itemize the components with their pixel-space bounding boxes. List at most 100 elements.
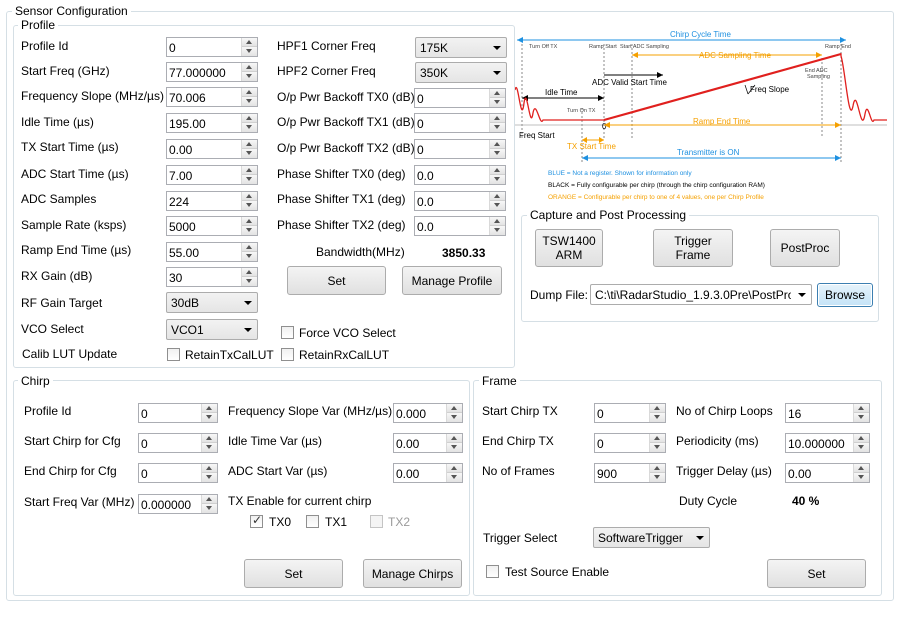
spin-up-icon[interactable]	[242, 140, 257, 149]
spin-up-icon[interactable]	[242, 63, 257, 72]
spin-up-icon[interactable]	[202, 404, 217, 413]
freq-slope-var-spinner[interactable]: 0.000	[393, 403, 463, 423]
rx-gain-spinner[interactable]: 30	[166, 267, 258, 287]
retain-rx-cal-lut-checkbox[interactable]	[281, 348, 294, 361]
spin-down-icon[interactable]	[650, 413, 665, 422]
spin-up-icon[interactable]	[242, 268, 257, 277]
spin-down-icon[interactable]	[490, 226, 505, 235]
spin-up-icon[interactable]	[490, 114, 505, 123]
spin-down-icon[interactable]	[202, 413, 217, 422]
ramp-end-time-spinner[interactable]: 55.00	[166, 242, 258, 262]
spin-down-icon[interactable]	[650, 443, 665, 452]
start-chirp-tx-spinner[interactable]: 0	[594, 403, 666, 423]
spin-up-icon[interactable]	[490, 217, 505, 226]
sample-rate-spinner[interactable]: 5000	[166, 216, 258, 236]
spin-down-icon[interactable]	[242, 277, 257, 286]
periodicity-spinner[interactable]: 10.000000	[785, 433, 870, 453]
spin-down-icon[interactable]	[447, 473, 462, 482]
trigger-select-dropdown[interactable]: SoftwareTrigger	[593, 527, 710, 548]
start-chirp-cfg-spinner[interactable]: 0	[138, 433, 218, 453]
end-chirp-cfg-spinner[interactable]: 0	[138, 463, 218, 483]
spin-down-icon[interactable]	[490, 149, 505, 158]
tsw1400-arm-button[interactable]: TSW1400 ARM	[535, 229, 603, 267]
tx-start-time-spinner[interactable]: 0.00	[166, 139, 258, 159]
spin-up-icon[interactable]	[854, 464, 869, 473]
spin-down-icon[interactable]	[242, 201, 257, 210]
force-vco-select-checkbox[interactable]	[281, 326, 294, 339]
chirp-set-button[interactable]: Set	[244, 559, 343, 588]
spin-down-icon[interactable]	[242, 72, 257, 81]
spin-up-icon[interactable]	[490, 166, 505, 175]
spin-up-icon[interactable]	[202, 495, 217, 504]
spin-down-icon[interactable]	[202, 473, 217, 482]
pwr-backoff-tx2-spinner[interactable]: 0	[414, 139, 506, 159]
spin-up-icon[interactable]	[650, 404, 665, 413]
spin-up-icon[interactable]	[447, 434, 462, 443]
spin-up-icon[interactable]	[242, 38, 257, 47]
spin-down-icon[interactable]	[447, 413, 462, 422]
manage-profile-button[interactable]: Manage Profile	[402, 266, 502, 295]
spin-up-icon[interactable]	[854, 434, 869, 443]
trigger-delay-spinner[interactable]: 0.00	[785, 463, 870, 483]
test-source-enable-checkbox[interactable]	[486, 565, 499, 578]
freq-slope-spinner[interactable]: 70.006	[166, 87, 258, 107]
spin-down-icon[interactable]	[490, 175, 505, 184]
spin-down-icon[interactable]	[854, 413, 869, 422]
browse-button[interactable]: Browse	[817, 283, 873, 307]
profile-set-button[interactable]: Set	[287, 266, 386, 295]
spin-down-icon[interactable]	[854, 473, 869, 482]
spin-up-icon[interactable]	[490, 192, 505, 201]
adc-samples-spinner[interactable]: 224	[166, 191, 258, 211]
spin-down-icon[interactable]	[854, 443, 869, 452]
phase-tx1-spinner[interactable]: 0.0	[414, 191, 506, 211]
spin-up-icon[interactable]	[242, 166, 257, 175]
pwr-backoff-tx0-spinner[interactable]: 0	[414, 88, 506, 108]
hpf1-select[interactable]: 175K	[415, 37, 507, 58]
spin-up-icon[interactable]	[447, 464, 462, 473]
phase-tx0-spinner[interactable]: 0.0	[414, 165, 506, 185]
spin-up-icon[interactable]	[447, 404, 462, 413]
tx1-checkbox[interactable]	[306, 515, 319, 528]
spin-down-icon[interactable]	[490, 123, 505, 132]
retain-tx-cal-lut-checkbox[interactable]	[167, 348, 180, 361]
spin-up-icon[interactable]	[242, 88, 257, 97]
spin-down-icon[interactable]	[447, 443, 462, 452]
spin-up-icon[interactable]	[650, 464, 665, 473]
adc-start-var-spinner[interactable]: 0.00	[393, 463, 463, 483]
frame-set-button[interactable]: Set	[767, 559, 866, 588]
tx0-checkbox[interactable]	[250, 513, 263, 528]
spin-up-icon[interactable]	[242, 192, 257, 201]
spin-down-icon[interactable]	[242, 149, 257, 158]
spin-up-icon[interactable]	[490, 140, 505, 149]
spin-up-icon[interactable]	[490, 89, 505, 98]
spin-down-icon[interactable]	[490, 201, 505, 210]
spin-up-icon[interactable]	[202, 434, 217, 443]
spin-up-icon[interactable]	[242, 243, 257, 252]
spin-down-icon[interactable]	[242, 226, 257, 235]
spin-down-icon[interactable]	[650, 473, 665, 482]
spin-up-icon[interactable]	[854, 404, 869, 413]
spin-up-icon[interactable]	[650, 434, 665, 443]
start-freq-spinner[interactable]: 77.000000	[166, 62, 258, 82]
profile-id-spinner[interactable]: 0	[166, 37, 258, 57]
start-freq-var-spinner[interactable]: 0.000000	[138, 494, 218, 514]
no-of-chirp-loops-spinner[interactable]: 16	[785, 403, 870, 423]
no-of-frames-spinner[interactable]: 900	[594, 463, 666, 483]
spin-up-icon[interactable]	[242, 114, 257, 123]
chirp-profile-id-spinner[interactable]: 0	[138, 403, 218, 423]
spin-up-icon[interactable]	[202, 464, 217, 473]
spin-down-icon[interactable]	[490, 98, 505, 107]
idle-time-spinner[interactable]: 195.00	[166, 113, 258, 133]
manage-chirps-button[interactable]: Manage Chirps	[363, 559, 462, 588]
end-chirp-tx-spinner[interactable]: 0	[594, 433, 666, 453]
spin-down-icon[interactable]	[242, 47, 257, 56]
spin-down-icon[interactable]	[202, 443, 217, 452]
spin-down-icon[interactable]	[242, 252, 257, 261]
phase-tx2-spinner[interactable]: 0.0	[414, 216, 506, 236]
vco-select-dropdown[interactable]: VCO1	[166, 319, 258, 340]
postproc-button[interactable]: PostProc	[770, 229, 840, 267]
hpf2-select[interactable]: 350K	[415, 62, 507, 83]
spin-down-icon[interactable]	[242, 97, 257, 106]
spin-down-icon[interactable]	[202, 504, 217, 513]
spin-up-icon[interactable]	[242, 217, 257, 226]
